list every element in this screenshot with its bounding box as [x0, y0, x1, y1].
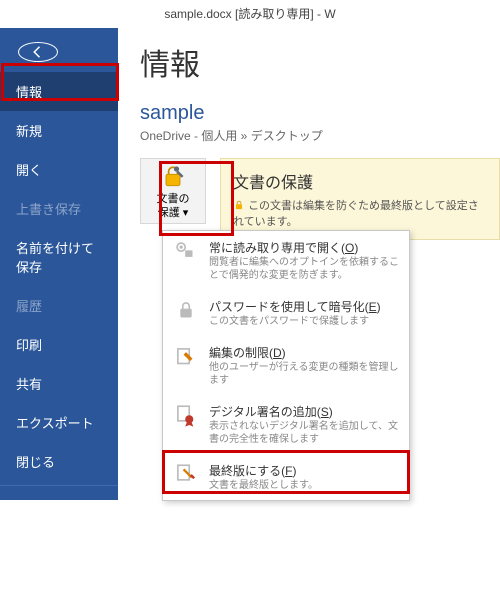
sidebar-item-5: 履歴 — [0, 286, 118, 325]
dropdown-title: 常に読み取り専用で開く(O) — [209, 239, 399, 256]
dropdown-item-3[interactable]: デジタル署名の追加(S)表示されないデジタル署名を追加して、文書の完全性を確保し… — [163, 395, 409, 454]
dropdown-desc: 表示されないデジタル署名を追加して、文書の完全性を確保します — [209, 420, 399, 446]
protect-info-body: この文書は編集を防ぐため最終版として設定されています。 — [233, 197, 487, 229]
protect-info-panel: 文書の保護 この文書は編集を防ぐため最終版として設定されています。 — [220, 158, 500, 240]
dropdown-title: パスワードを使用して暗号化(E) — [209, 298, 399, 315]
window-title: sample.docx [読み取り専用] - W — [0, 0, 500, 28]
sidebar-footer-1[interactable]: フィードバック — [0, 531, 118, 564]
sidebar-footer-0[interactable]: アカウント — [0, 498, 118, 531]
dropdown-title: 編集の制限(D) — [209, 344, 399, 361]
dropdown-desc: 他のユーザーが行える変更の種類を管理します — [209, 361, 399, 387]
dropdown-title: デジタル署名の追加(S) — [209, 403, 399, 420]
eye-lock-icon — [173, 239, 199, 265]
dropdown-item-0[interactable]: 常に読み取り専用で開く(O)閲覧者に編集へのオプトインを依頼することで偶発的な変… — [163, 231, 409, 290]
highlight-final-option — [162, 450, 410, 494]
pencil-block-icon — [173, 344, 199, 370]
sidebar-item-1[interactable]: 新規 — [0, 111, 118, 150]
back-button[interactable] — [18, 42, 58, 62]
sidebar-item-2[interactable]: 開く — [0, 150, 118, 189]
page-title: 情報 — [140, 40, 500, 84]
sidebar-footer-2[interactable]: オプション — [0, 564, 118, 597]
sidebar-item-6[interactable]: 印刷 — [0, 325, 118, 364]
protect-info-title: 文書の保護 — [233, 169, 487, 193]
highlight-protect-button — [159, 161, 234, 236]
ribbon-icon — [173, 403, 199, 429]
dropdown-desc: この文書をパスワードで保護します — [209, 315, 399, 328]
arrow-left-icon — [29, 43, 47, 61]
lock-icon — [173, 298, 199, 324]
dropdown-item-2[interactable]: 編集の制限(D)他のユーザーが行える変更の種類を管理します — [163, 336, 409, 395]
dropdown-desc: 閲覧者に編集へのオプトインを依頼することで偶発的な変更を防ぎます。 — [209, 256, 399, 282]
sidebar-item-9[interactable]: 閉じる — [0, 442, 118, 481]
sidebar-item-7[interactable]: 共有 — [0, 364, 118, 403]
sidebar-item-4[interactable]: 名前を付けて保存 — [0, 228, 118, 286]
dropdown-item-1[interactable]: パスワードを使用して暗号化(E)この文書をパスワードで保護します — [163, 290, 409, 336]
document-name: sample — [140, 102, 500, 125]
sidebar-item-3: 上書き保存 — [0, 189, 118, 228]
lock-small-icon — [233, 199, 245, 211]
sidebar-item-8[interactable]: エクスポート — [0, 403, 118, 442]
highlight-info-tab — [1, 63, 119, 101]
document-path[interactable]: OneDrive - 個人用 » デスクトップ — [140, 127, 500, 144]
